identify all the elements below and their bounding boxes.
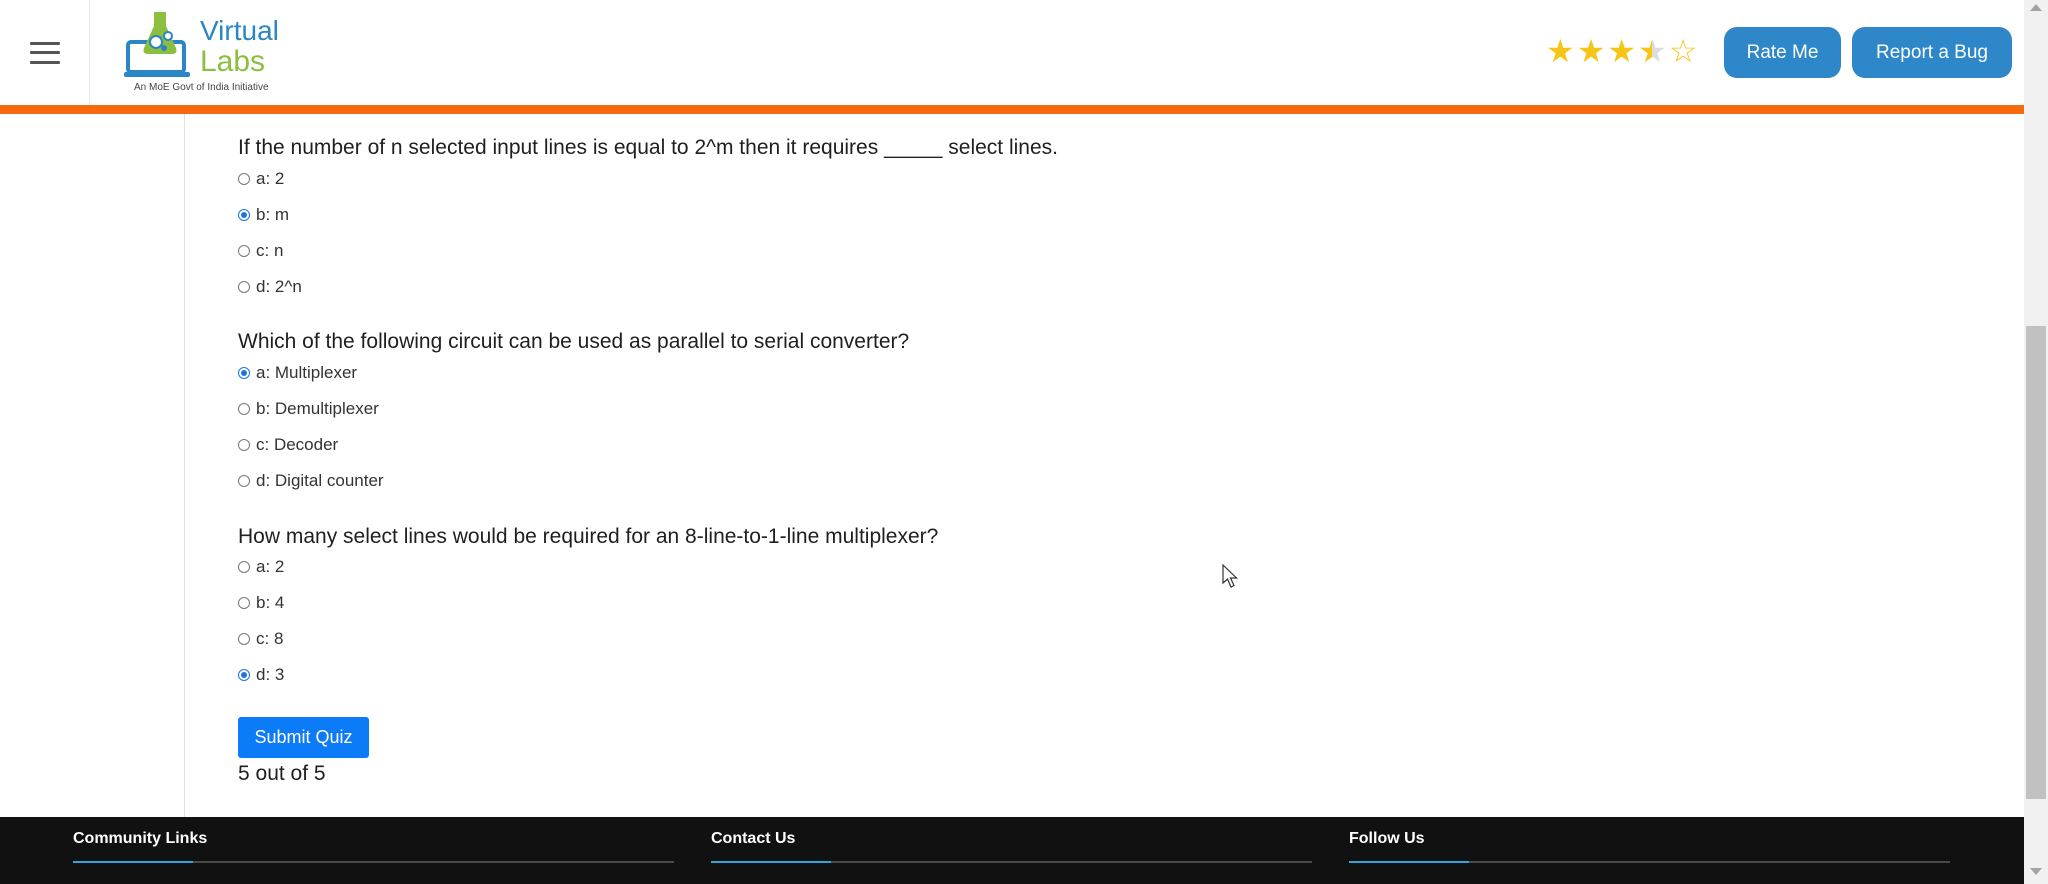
star-filled-icon[interactable]: ★ (1577, 34, 1606, 68)
logo-flask-icon (124, 12, 190, 77)
option-label: b: m (256, 205, 290, 224)
option-label: a: 2 (256, 557, 285, 576)
footer-heading: Follow Us (1349, 830, 1425, 847)
submit-quiz-button[interactable]: Submit Quiz (238, 717, 369, 758)
radio-button-selected[interactable] (238, 367, 250, 379)
q3-option-b[interactable]: b: 4 (238, 590, 284, 616)
star-half-icon[interactable]: ★ ★ (1638, 34, 1667, 68)
content-divider (184, 114, 185, 817)
q3-option-d[interactable]: d: 3 (238, 662, 284, 688)
star-filled-icon[interactable]: ★ (1546, 34, 1575, 68)
option-label: a: 2 (256, 169, 285, 188)
radio-button[interactable] (238, 439, 250, 451)
q2-option-d[interactable]: d: Digital counter (238, 468, 384, 494)
radio-button[interactable] (238, 281, 250, 293)
q3-option-a[interactable]: a: 2 (238, 554, 284, 580)
footer-heading: Community Links (73, 830, 208, 847)
scroll-down-arrow-icon[interactable] (2030, 868, 2042, 875)
radio-button-selected[interactable] (238, 209, 250, 221)
option-label: b: Demultiplexer (256, 399, 379, 418)
q1-option-a[interactable]: a: 2 (238, 166, 284, 192)
option-label: d: Digital counter (256, 471, 384, 490)
radio-button[interactable] (238, 597, 250, 609)
option-label: c: 8 (256, 629, 284, 648)
option-label: d: 2^n (256, 277, 302, 296)
footer-accent (711, 861, 831, 863)
q2-option-b[interactable]: b: Demultiplexer (238, 396, 379, 422)
star-filled-icon[interactable]: ★ (1607, 34, 1636, 68)
page-scrollbar[interactable] (2024, 0, 2048, 884)
mouse-cursor-icon (1222, 564, 1238, 588)
option-label: b: 4 (256, 593, 285, 612)
q1-option-d[interactable]: d: 2^n (238, 274, 302, 300)
q1-option-c[interactable]: c: n (238, 238, 283, 264)
footer-accent (1349, 861, 1469, 863)
option-label: a: Multiplexer (256, 363, 358, 382)
logo-tagline: An MoE Govt of India Initiative (134, 82, 269, 93)
radio-button[interactable] (238, 561, 250, 573)
q2-option-c[interactable]: c: Decoder (238, 432, 338, 458)
q3-option-c[interactable]: c: 8 (238, 626, 283, 652)
question-3-text: How many select lines would be required … (238, 525, 939, 548)
logo-word-virtual: Virtual (200, 15, 279, 46)
q2-option-a[interactable]: a: Multiplexer (238, 360, 357, 386)
radio-button[interactable] (238, 633, 250, 645)
report-bug-button[interactable]: Report a Bug (1852, 27, 2012, 78)
footer-heading: Contact Us (711, 830, 796, 847)
logo-word-labs: Labs (200, 45, 266, 78)
option-label: c: n (256, 241, 284, 260)
star-empty-icon[interactable]: ☆ (1669, 34, 1698, 68)
scroll-up-arrow-icon[interactable] (2030, 4, 2042, 11)
site-header: Virtual Labs An MoE Govt of India Initia… (0, 0, 2024, 114)
hamburger-menu-button[interactable] (0, 0, 90, 105)
q1-option-b[interactable]: b: m (238, 202, 289, 228)
virtual-labs-logo[interactable]: Virtual Labs An MoE Govt of India Initia… (124, 8, 284, 96)
radio-button[interactable] (238, 475, 250, 487)
hamburger-icon (29, 41, 60, 64)
quiz-score: 5 out of 5 (238, 762, 326, 785)
site-footer: Community Links Contact Us Follow Us (0, 817, 2024, 884)
scrollbar-thumb[interactable] (2026, 326, 2046, 799)
radio-button[interactable] (238, 245, 250, 257)
footer-accent (73, 861, 193, 863)
radio-button[interactable] (238, 173, 250, 185)
rate-me-button[interactable]: Rate Me (1724, 27, 1841, 78)
question-1-text: If the number of n selected input lines … (238, 136, 1058, 159)
question-2-text: Which of the following circuit can be us… (238, 330, 910, 353)
star-rating[interactable]: ★ ★ ★ ★ ★ ☆ (1546, 34, 1697, 68)
option-label: c: Decoder (256, 435, 339, 454)
radio-button-selected[interactable] (238, 669, 250, 681)
radio-button[interactable] (238, 403, 250, 415)
option-label: d: 3 (256, 665, 285, 684)
